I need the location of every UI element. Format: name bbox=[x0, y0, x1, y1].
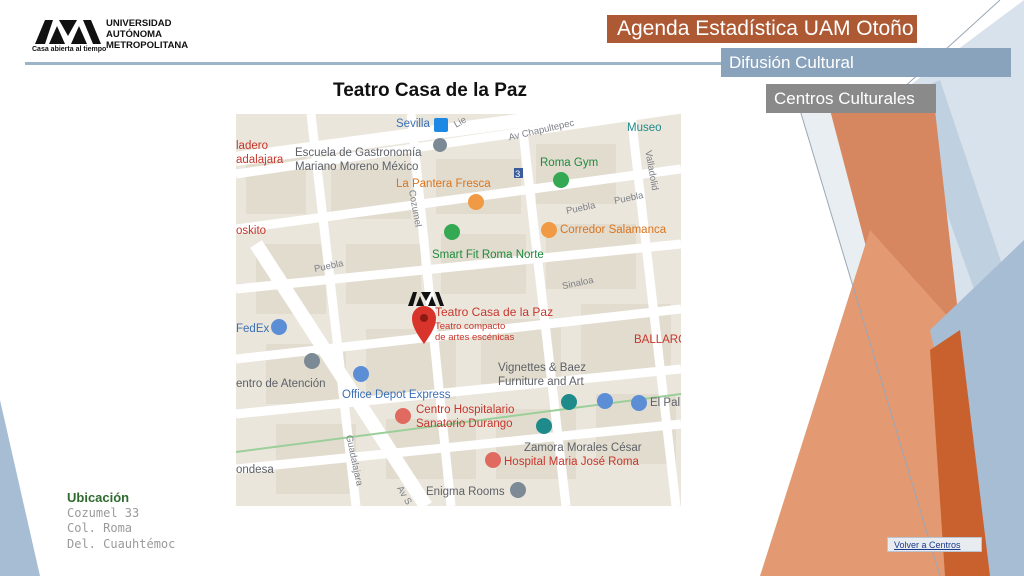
section-label: Difusión Cultural bbox=[721, 48, 1011, 77]
poi-oskito[interactable]: oskito bbox=[236, 225, 266, 238]
location-block: Ubicación Cozumel 33 Col. Roma Del. Cuau… bbox=[67, 490, 175, 552]
agenda-banner: Agenda Estadística UAM Otoño 2017 bbox=[607, 15, 917, 43]
poi-ladero-1[interactable]: ladero bbox=[236, 140, 268, 153]
poi-condesa[interactable]: ondesa bbox=[236, 464, 274, 477]
poi-hospital-maria-jose[interactable]: Hospital Maria José Roma bbox=[504, 456, 639, 469]
poi-hospital-line-1[interactable]: Centro Hospitalario bbox=[416, 404, 514, 417]
university-line-1: UNIVERSIDAD bbox=[106, 18, 172, 29]
page-title: Teatro Casa de la Paz bbox=[333, 80, 527, 101]
metro-badge: 3 bbox=[515, 169, 521, 180]
poi-corredor-salamanca[interactable]: Corredor Salamanca bbox=[560, 224, 666, 237]
poi-teatro-desc-2: de artes escénicas bbox=[435, 332, 515, 343]
location-heading: Ubicación bbox=[67, 490, 130, 505]
poi-ballaro[interactable]: BALLARO bbox=[634, 334, 681, 347]
location-map[interactable]: Sevilla Museo Av Chapultepec Lie ladero … bbox=[236, 114, 681, 506]
uam-logo: Casa abierta al tiempo UNIVERSIDAD AUTÓN… bbox=[30, 16, 195, 58]
poi-pantera-fresca[interactable]: La Pantera Fresca bbox=[396, 178, 491, 191]
poi-roma-gym[interactable]: Roma Gym bbox=[540, 157, 598, 170]
poi-escuela-line-2[interactable]: Mariano Moreno México bbox=[295, 161, 418, 174]
poi-teatro-casa-de-la-paz[interactable]: Teatro Casa de la Paz bbox=[435, 306, 553, 319]
location-street: Cozumel 33 bbox=[67, 505, 140, 520]
back-to-centros-link[interactable]: Volver a Centros bbox=[887, 537, 982, 552]
university-line-2: AUTÓNOMA bbox=[106, 29, 162, 40]
poi-fedex[interactable]: FedEx bbox=[236, 323, 269, 336]
logo-slogan: Casa abierta al tiempo bbox=[32, 46, 107, 53]
subsection-label: Centros Culturales bbox=[766, 84, 936, 113]
header-divider bbox=[25, 62, 725, 65]
poi-office-depot[interactable]: Office Depot Express bbox=[342, 389, 450, 402]
poi-smart-fit[interactable]: Smart Fit Roma Norte bbox=[432, 249, 544, 262]
poi-centro-atencion[interactable]: entro de Atención bbox=[236, 378, 326, 391]
poi-ladero-2[interactable]: adalajara bbox=[236, 154, 283, 167]
poi-enigma-rooms[interactable]: Enigma Rooms bbox=[426, 486, 505, 499]
university-line-3: METROPOLITANA bbox=[106, 40, 189, 51]
poi-sevilla[interactable]: Sevilla bbox=[396, 118, 430, 131]
poi-museo[interactable]: Museo bbox=[627, 122, 662, 135]
poi-vignettes-line-2[interactable]: Furniture and Art bbox=[498, 376, 584, 389]
location-colonia: Col. Roma bbox=[67, 521, 133, 535]
poi-vignettes-line-1[interactable]: Vignettes & Baez bbox=[498, 362, 586, 375]
poi-el-pal[interactable]: El Pal bbox=[650, 397, 680, 410]
poi-hospital-line-2[interactable]: Sanatorio Durango bbox=[416, 418, 513, 431]
uam-emblem-icon bbox=[35, 20, 101, 44]
poi-zamora[interactable]: Zamora Morales César bbox=[524, 442, 642, 455]
university-name: UNIVERSIDAD AUTÓNOMA METROPOLITANA bbox=[106, 18, 188, 51]
location-delegacion: Del. Cuauhtémoc bbox=[67, 536, 176, 551]
poi-escuela-line-1[interactable]: Escuela de Gastronomía bbox=[295, 147, 422, 160]
